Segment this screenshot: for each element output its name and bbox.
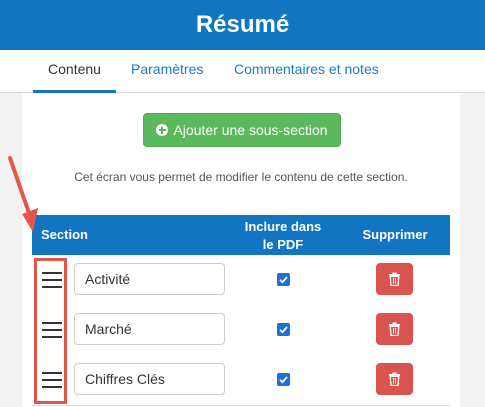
annotation-arrow-icon	[8, 156, 38, 232]
delete-button[interactable]	[376, 363, 413, 395]
description-text: Cet écran vous permet de modifier le con…	[74, 170, 408, 184]
trash-icon	[389, 372, 400, 386]
include-pdf-checkbox[interactable]	[277, 373, 290, 386]
drag-handles-highlight-box	[34, 258, 67, 404]
page-title: Résumé	[195, 11, 290, 38]
delete-button[interactable]	[376, 263, 413, 295]
delete-button[interactable]	[376, 313, 413, 345]
column-header-include-pdf: Inclure dans le PDF	[232, 218, 334, 254]
include-pdf-checkbox[interactable]	[277, 323, 290, 336]
section-name-input[interactable]	[74, 313, 225, 345]
section-name-input[interactable]	[74, 363, 225, 395]
tab-commentaires[interactable]: Commentaires et notes	[234, 50, 379, 90]
tab-bar: Contenu Paramètres Commentaires et notes	[0, 50, 485, 93]
trash-icon	[389, 322, 400, 336]
section-name-input[interactable]	[74, 263, 225, 295]
column-header-include-line2: le PDF	[262, 237, 304, 252]
app-header: Résumé	[0, 0, 485, 50]
table-row	[32, 305, 450, 356]
add-subsection-label: Ajouter une sous-section	[173, 122, 328, 138]
column-header-delete: Supprimer	[362, 227, 428, 242]
trash-icon	[389, 272, 400, 286]
include-pdf-checkbox[interactable]	[277, 273, 290, 286]
tab-contenu[interactable]: Contenu	[33, 50, 116, 93]
table-row	[32, 355, 450, 406]
table-header: Section Inclure dans le PDF Supprimer	[32, 215, 450, 255]
plus-circle-icon	[156, 124, 169, 136]
tab-parametres[interactable]: Paramètres	[131, 50, 203, 90]
table-row	[32, 255, 450, 306]
add-subsection-button[interactable]: Ajouter une sous-section	[143, 113, 341, 147]
column-header-include-line1: Inclure dans	[244, 219, 322, 234]
